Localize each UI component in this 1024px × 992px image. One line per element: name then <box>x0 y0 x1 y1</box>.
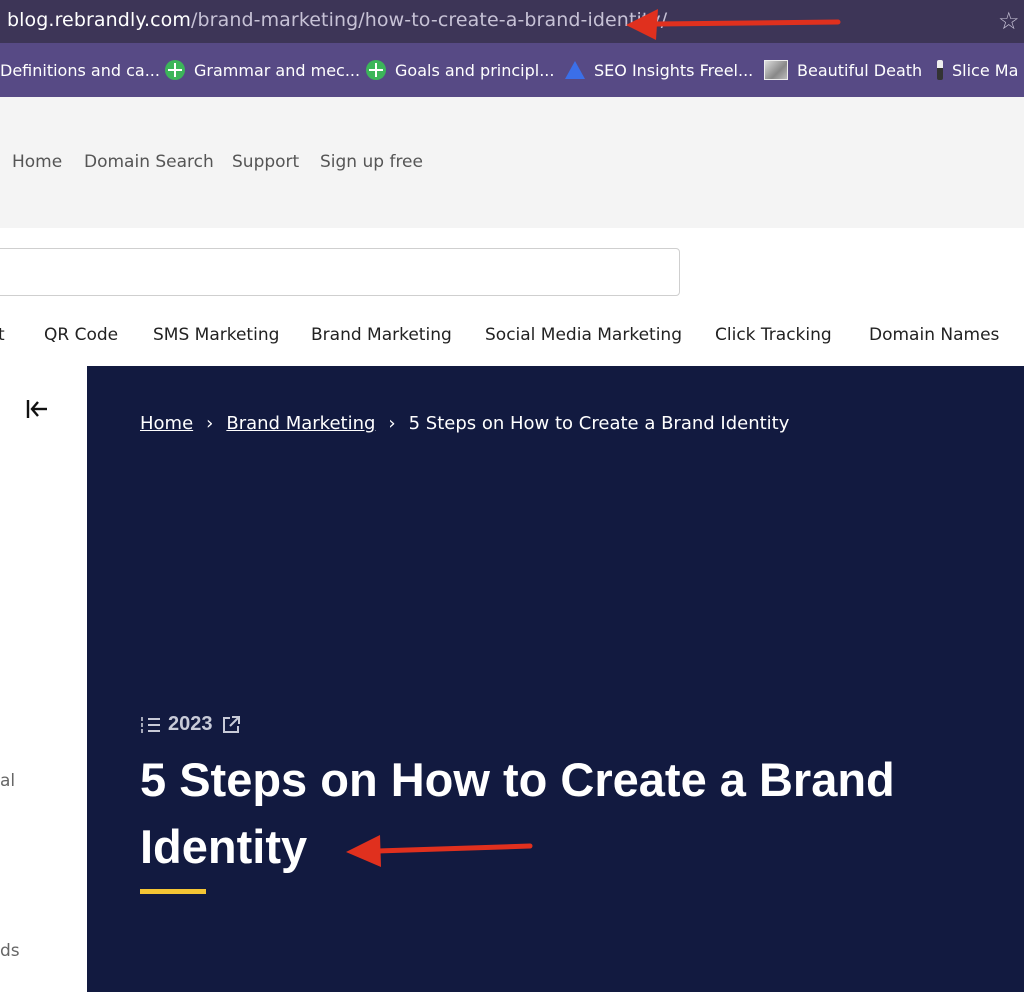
bookmark-label: Slice Ma <box>952 60 1019 80</box>
category-click-tracking[interactable]: Click Tracking <box>715 325 832 345</box>
article-title: 5 Steps on How to Create a Brand Identit… <box>140 753 895 873</box>
category-brand-marketing[interactable]: Brand Marketing <box>311 325 452 345</box>
bookmarks-bar: Definitions and ca... Grammar and mec...… <box>0 43 1024 97</box>
image-thumb-icon <box>764 60 788 80</box>
green-plus-icon <box>165 60 185 80</box>
toc-item-fragment[interactable]: al <box>0 771 15 791</box>
category-sms-marketing[interactable]: SMS Marketing <box>153 325 279 345</box>
breadcrumb-separator: › <box>206 413 214 434</box>
bookmark-item[interactable]: Goals and principl... <box>366 59 554 81</box>
url-text[interactable]: blog.rebrandly.com/brand-marketing/how-t… <box>7 9 667 31</box>
category-social-media-marketing[interactable]: Social Media Marketing <box>485 325 682 345</box>
toc-item-fragment[interactable]: ds <box>0 941 20 961</box>
list-icon <box>141 716 160 733</box>
article-year: 2023 <box>168 713 213 735</box>
bookmark-label: Goals and principl... <box>395 60 555 80</box>
bookmark-item[interactable]: Grammar and mec... <box>165 59 360 81</box>
category-nav: t QR Code SMS Marketing Brand Marketing … <box>0 318 1024 367</box>
breadcrumb-separator: › <box>388 413 396 434</box>
breadcrumb-home[interactable]: Home <box>140 413 193 434</box>
collapse-left-icon[interactable] <box>24 396 50 422</box>
green-plus-icon <box>366 60 386 80</box>
bookmark-item[interactable]: SEO Insights Freel... <box>565 59 753 81</box>
url-domain: blog.rebrandly.com <box>7 9 191 31</box>
breadcrumb-brand-marketing[interactable]: Brand Marketing <box>226 413 375 434</box>
external-link-icon[interactable] <box>221 715 241 735</box>
blue-triangle-icon <box>565 61 585 79</box>
bookmark-item[interactable]: Definitions and ca... <box>0 59 160 81</box>
site-header: Home Domain Search Support Sign up free <box>0 97 1024 228</box>
search-area <box>0 228 1024 318</box>
bookmark-item[interactable]: Beautiful Death <box>764 59 922 81</box>
bookmark-label: Grammar and mec... <box>194 60 361 80</box>
url-path: /brand-marketing/how-to-create-a-brand-i… <box>191 9 668 31</box>
title-accent-underline <box>140 889 206 894</box>
category-qr-code[interactable]: QR Code <box>44 325 118 345</box>
pen-icon <box>937 60 943 80</box>
bookmark-label: Beautiful Death <box>797 60 923 80</box>
star-icon[interactable]: ☆ <box>998 7 1020 36</box>
breadcrumb-current: 5 Steps on How to Create a Brand Identit… <box>408 413 790 434</box>
browser-address-bar[interactable]: blog.rebrandly.com/brand-marketing/how-t… <box>0 0 1024 43</box>
search-input[interactable] <box>0 248 680 296</box>
bookmark-label: SEO Insights Freel... <box>594 60 754 80</box>
nav-domain-search[interactable]: Domain Search <box>84 152 214 172</box>
bookmark-label: Definitions and ca... <box>0 60 160 80</box>
nav-support[interactable]: Support <box>232 152 299 172</box>
category-item-partial[interactable]: t <box>0 325 5 345</box>
toc-sidebar: al ds <box>0 366 87 992</box>
breadcrumb: Home › Brand Marketing › 5 Steps on How … <box>140 413 789 434</box>
article-meta: 2023 <box>140 713 247 736</box>
nav-sign-up[interactable]: Sign up free <box>320 152 423 172</box>
bookmark-item[interactable]: Slice Ma <box>937 59 1018 81</box>
category-domain-names[interactable]: Domain Names <box>869 325 999 345</box>
nav-home[interactable]: Home <box>12 152 62 172</box>
article-hero: Home › Brand Marketing › 5 Steps on How … <box>87 366 1024 992</box>
